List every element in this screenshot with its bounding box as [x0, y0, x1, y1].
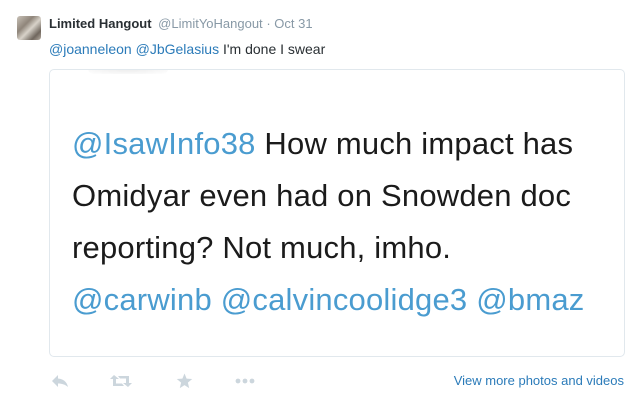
- author-handle[interactable]: @LimitYoHangout: [158, 16, 263, 31]
- view-more-media-link[interactable]: View more photos and videos: [454, 373, 624, 388]
- retweet-icon: [110, 375, 132, 387]
- tweet-header: Limited Hangout @LimitYoHangout · Oct 31: [49, 16, 313, 32]
- author-name[interactable]: Limited Hangout: [49, 16, 152, 31]
- mention-link[interactable]: @joanneleon: [49, 41, 132, 57]
- star-icon: [176, 373, 192, 389]
- tweet-body-text: I'm done I swear: [219, 41, 326, 57]
- image-edge-shadow: [88, 70, 168, 74]
- favorite-button[interactable]: [173, 371, 195, 391]
- retweet-button[interactable]: [108, 371, 134, 391]
- tweet-actions: View more photos and videos: [49, 371, 624, 393]
- reply-icon: [52, 375, 68, 387]
- mention-link[interactable]: @JbGelasius: [136, 41, 219, 57]
- screenshot-mention: @calvincoolidge3: [220, 282, 468, 317]
- more-button[interactable]: [233, 371, 257, 391]
- reply-button[interactable]: [49, 371, 71, 391]
- avatar[interactable]: [17, 16, 41, 40]
- more-dots-icon: [235, 378, 255, 384]
- screenshot-mention: @bmaz: [476, 282, 585, 317]
- screenshot-mention: @IsawInfo38: [72, 126, 256, 161]
- media-image[interactable]: @IsawInfo38 How much impact has Omidyar …: [49, 69, 625, 357]
- tweet-timestamp[interactable]: Oct 31: [274, 16, 312, 31]
- screenshot-mention: @carwinb: [72, 282, 212, 317]
- separator-dot: ·: [266, 16, 271, 31]
- tweet-text: @joanneleon @JbGelasius I'm done I swear: [49, 40, 325, 58]
- screenshot-text: @IsawInfo38 How much impact has Omidyar …: [72, 118, 592, 326]
